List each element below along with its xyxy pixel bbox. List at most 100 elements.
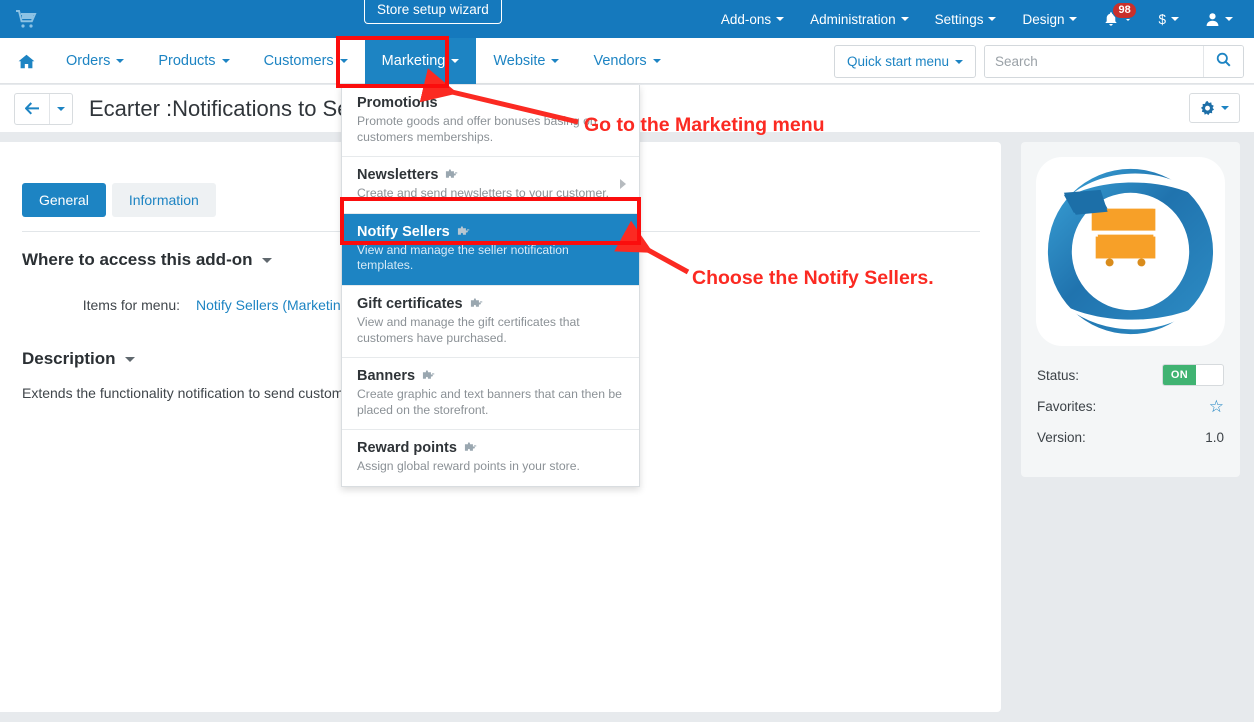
user-account-menu[interactable] (1192, 0, 1246, 38)
nav-item-products[interactable]: Products (141, 38, 246, 84)
dropdown-item-reward-points-label: Reward points (357, 440, 457, 457)
notifications-menu[interactable]: 98 (1090, 0, 1145, 38)
nav-item-customers-label: Customers (263, 53, 334, 69)
dropdown-item-banners-desc: Create graphic and text banners that can… (357, 387, 622, 417)
back-history-dropdown-button[interactable] (49, 93, 72, 124)
favorite-star-icon[interactable]: ☆ (1209, 398, 1224, 415)
chevron-down-icon (339, 59, 348, 63)
chevron-down-icon (900, 17, 909, 21)
nav-item-products-label: Products (158, 53, 216, 69)
back-button[interactable] (15, 94, 49, 124)
nav-item-orders-label: Orders (66, 53, 111, 69)
dropdown-item-reward-points[interactable]: Reward points Assign global reward point… (342, 430, 639, 486)
top-menu-administration[interactable]: Administration (797, 0, 922, 38)
dropdown-item-promotions-title-row: Promotions (357, 95, 624, 111)
store-setup-wizard-label: Store setup wizard (377, 2, 489, 17)
top-menu-settings-label: Settings (934, 11, 984, 27)
home-icon (18, 54, 35, 68)
nav-item-website[interactable]: Website (476, 38, 576, 84)
top-header-right-menu: Add-ons Administration Settings Design 9… (708, 0, 1246, 38)
nav-item-home[interactable] (0, 38, 49, 84)
addon-puzzle-icon (457, 226, 469, 235)
notification-count-badge: 98 (1112, 1, 1137, 19)
items-for-menu-row: Items for menu: Notify Sellers (Marketin… (8, 297, 353, 313)
top-menu-administration-label: Administration (810, 11, 896, 27)
addon-info-card: Status: ON Favorites: ☆ Version: 1.0 (1021, 142, 1240, 477)
favorites-label: Favorites: (1037, 399, 1097, 414)
status-toggle-on-label: ON (1163, 365, 1196, 385)
nav-item-marketing[interactable]: Marketing (364, 38, 477, 84)
dropdown-item-notify-sellers-title-row: Notify Sellers (357, 224, 624, 240)
dropdown-item-banners-label: Banners (357, 368, 416, 385)
nav-item-vendors-label: Vendors (593, 53, 647, 69)
top-menu-design[interactable]: Design (1009, 0, 1090, 38)
caret-down-icon (124, 356, 135, 362)
chevron-down-icon (776, 17, 785, 21)
chevron-down-icon (116, 59, 125, 63)
dropdown-item-promotions-label: Promotions (357, 95, 438, 111)
currency-selector[interactable]: $ (1145, 0, 1192, 38)
items-for-menu-label: Items for menu: (82, 297, 180, 313)
addon-puzzle-icon (470, 298, 482, 307)
dropdown-item-gift-certificates-desc: View and manage the gift certificates th… (357, 315, 580, 345)
dropdown-item-gift-certificates-label: Gift certificates (357, 296, 463, 313)
search-icon (1216, 52, 1231, 67)
top-menu-settings[interactable]: Settings (922, 0, 1010, 38)
top-menu-addons-label: Add-ons (720, 11, 772, 27)
dropdown-item-gift-certificates[interactable]: Gift certificates View and manage the gi… (342, 286, 639, 359)
dropdown-item-newsletters[interactable]: Newsletters Create and send newsletters … (342, 157, 639, 214)
dropdown-item-reward-points-desc: Assign global reward points in your stor… (357, 459, 580, 474)
dropdown-item-banners[interactable]: Banners Create graphic and text banners … (342, 358, 639, 431)
nav-item-vendors[interactable]: Vendors (576, 38, 677, 84)
shopping-cart-icon[interactable] (14, 8, 38, 30)
quick-start-menu-button[interactable]: Quick start menu (833, 45, 976, 78)
page-settings-button[interactable] (1189, 93, 1240, 123)
tab-information[interactable]: Information (111, 183, 216, 217)
store-setup-wizard-button[interactable]: Store setup wizard (364, 0, 502, 24)
section-header-access[interactable]: Where to access this add-on (22, 250, 272, 270)
dropdown-item-newsletters-title-row: Newsletters (357, 167, 624, 183)
primary-navigation-bar: Orders Products Customers Marketing Webs… (0, 38, 1254, 84)
section-header-access-label: Where to access this add-on (22, 250, 253, 269)
version-row: Version: 1.0 (1037, 430, 1224, 445)
annotation-text-marketing: Go to the Marketing menu (584, 114, 825, 136)
tab-general-label: General (39, 192, 89, 208)
section-header-description[interactable]: Description (22, 349, 135, 369)
submenu-arrow-icon (620, 179, 626, 190)
dropdown-item-notify-sellers[interactable]: Notify Sellers View and manage the selle… (342, 213, 639, 287)
addon-puzzle-icon (446, 169, 458, 179)
nav-item-customers[interactable]: Customers (247, 38, 365, 84)
status-row: Status: ON (1037, 364, 1224, 386)
tab-general[interactable]: General (22, 183, 106, 217)
chevron-down-icon (988, 17, 997, 21)
chevron-down-icon (451, 59, 460, 63)
top-menu-addons[interactable]: Add-ons (708, 0, 797, 38)
nav-item-orders[interactable]: Orders (49, 38, 141, 84)
dropdown-item-notify-sellers-label: Notify Sellers (357, 223, 450, 240)
gear-icon (1200, 100, 1215, 115)
dropdown-item-notify-sellers-desc: View and manage the seller notification … (357, 242, 569, 273)
status-label: Status: (1037, 367, 1080, 383)
caret-down-icon (261, 257, 272, 263)
search-submit-button[interactable] (1203, 46, 1243, 77)
section-header-description-label: Description (22, 349, 116, 368)
chevron-down-icon (57, 106, 65, 111)
dropdown-item-newsletters-label: Newsletters (357, 167, 439, 184)
navbar-right-tools: Quick start menu (833, 45, 1244, 78)
dropdown-item-banners-title-row: Banners (357, 368, 624, 384)
top-menu-design-label: Design (1022, 11, 1065, 27)
chevron-down-icon (1225, 17, 1233, 21)
chevron-down-icon (551, 59, 560, 63)
search-box (984, 45, 1244, 78)
search-input[interactable] (985, 46, 1203, 77)
nav-item-website-label: Website (493, 53, 546, 69)
tab-bar: General Information (22, 183, 216, 217)
chevron-down-icon (652, 59, 661, 63)
dropdown-item-reward-points-title-row: Reward points (357, 440, 624, 456)
items-for-menu-link[interactable]: Notify Sellers (Marketing) (196, 297, 353, 313)
top-header-bar: Store setup wizard Add-ons Administratio… (0, 0, 1254, 38)
status-toggle[interactable]: ON (1162, 364, 1224, 386)
dropdown-item-gift-certificates-title-row: Gift certificates (357, 296, 624, 312)
favorites-row: Favorites: ☆ (1037, 398, 1224, 415)
chevron-down-icon (221, 59, 230, 63)
